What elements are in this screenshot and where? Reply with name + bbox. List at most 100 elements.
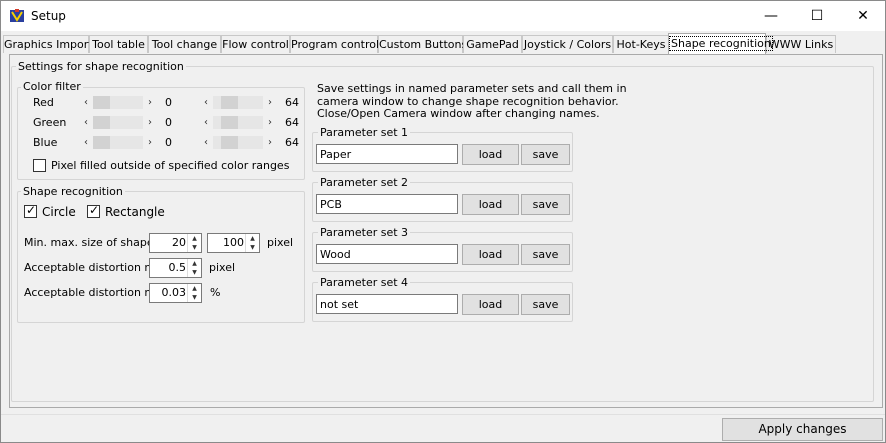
spin-down-icon[interactable]: ▼ [188,268,201,277]
check-icon: ✓ [89,203,100,217]
arrow-left-icon[interactable]: ‹ [201,136,211,149]
tab-tool-table[interactable]: Tool table [89,35,148,53]
green-max-thumb[interactable] [221,116,238,129]
arrow-right-icon[interactable]: › [145,136,155,149]
parameter-set-2-name-field[interactable] [320,196,452,212]
parameter-set-2-label: Parameter set 2 [318,176,411,189]
parameter-set-1-load-button[interactable]: load [462,144,519,165]
settings-group-label: Settings for shape recognition [16,60,186,73]
parameter-set-3-name-input[interactable] [316,244,458,264]
parameter-set-3-label: Parameter set 3 [318,226,411,239]
tab-custom-buttons[interactable]: Custom Buttons [378,35,467,53]
red-max-slider[interactable]: ‹ › [201,96,275,109]
green-max-slider[interactable]: ‹ › [201,116,275,129]
footer-divider [1,414,885,415]
size-max-value: 100 [223,236,244,249]
size-max-spinner[interactable]: 100 ▲ ▼ [207,233,260,253]
parameter-set-1-label: Parameter set 1 [318,126,411,139]
rectangle-checkbox[interactable]: ✓ [87,203,100,218]
minimize-button[interactable]: — [748,1,794,31]
spin-up-icon[interactable]: ▲ [188,259,201,268]
outside-range-checkbox[interactable] [33,159,46,172]
tab-program-control[interactable]: Program control [290,35,379,53]
info-text-line-3: Close/Open Camera window after changing … [317,107,600,120]
blue-min-slider[interactable]: ‹ › [81,136,155,149]
parameter-set-4-save-button[interactable]: save [521,294,570,315]
arrow-left-icon[interactable]: ‹ [201,96,211,109]
tab-www-links[interactable]: WWW Links [766,35,836,53]
spin-up-icon[interactable]: ▲ [188,284,201,293]
parameter-set-4-label: Parameter set 4 [318,276,411,289]
close-button[interactable]: ✕ [840,1,886,31]
check-icon: ✓ [26,203,37,217]
maximize-button[interactable]: ☐ [794,1,840,31]
parameter-set-2-load-button[interactable]: load [462,194,519,215]
tab-shape-recognition[interactable]: Shape recognition [668,33,773,54]
distortion-min-spinner[interactable]: 0.5 ▲ ▼ [149,258,202,278]
parameter-set-2-save-button[interactable]: save [521,194,570,215]
tab-flow-control[interactable]: Flow control [221,35,290,53]
distortion-max-unit: % [210,286,221,299]
tab-tool-change[interactable]: Tool change [148,35,221,53]
blue-max-value: 64 [285,136,299,149]
parameter-set-3-load-button[interactable]: load [462,244,519,265]
arrow-right-icon[interactable]: › [265,136,275,149]
rectangle-label: Rectangle [105,205,165,219]
green-min-slider[interactable]: ‹ › [81,116,155,129]
distortion-min-label: Acceptable distortion min. [24,261,169,274]
setup-window: Setup — ☐ ✕ Graphics Import Tool table T… [0,0,886,443]
title-bar[interactable]: Setup — ☐ ✕ [1,1,885,31]
size-unit: pixel [267,236,294,249]
apply-changes-button[interactable]: Apply changes [722,418,883,441]
outside-range-label: Pixel filled outside of specified color … [51,159,290,172]
arrow-left-icon[interactable]: ‹ [81,136,91,149]
tab-gamepad[interactable]: GamePad [463,35,522,53]
parameter-set-4-name-input[interactable] [316,294,458,314]
spin-down-icon[interactable]: ▼ [188,243,201,252]
parameter-set-3-name-field[interactable] [320,246,452,262]
arrow-right-icon[interactable]: › [145,96,155,109]
green-min-thumb[interactable] [93,116,110,129]
color-filter-label: Color filter [21,80,83,93]
maximize-icon: ☐ [810,8,824,24]
distortion-max-value: 0.03 [161,286,187,299]
parameter-set-4-name-field[interactable] [320,296,452,312]
arrow-left-icon[interactable]: ‹ [81,116,91,129]
parameter-set-4-load-button[interactable]: load [462,294,519,315]
shape-recognition-label: Shape recognition [21,185,125,198]
arrow-right-icon[interactable]: › [265,116,275,129]
green-label: Green [33,116,67,129]
tab-graphics-import[interactable]: Graphics Import [3,35,93,53]
parameter-set-3-save-button[interactable]: save [521,244,570,265]
red-min-slider[interactable]: ‹ › [81,96,155,109]
spin-down-icon[interactable]: ▼ [246,243,259,252]
distortion-min-unit: pixel [209,261,236,274]
circle-label: Circle [42,205,76,219]
circle-checkbox[interactable]: ✓ [24,203,37,218]
tab-hot-keys[interactable]: Hot-Keys [613,35,669,53]
arrow-right-icon[interactable]: › [145,116,155,129]
size-min-spinner[interactable]: 20 ▲ ▼ [149,233,202,253]
blue-max-slider[interactable]: ‹ › [201,136,275,149]
parameter-set-1-name-field[interactable] [320,146,452,162]
spin-up-icon[interactable]: ▲ [246,234,259,243]
red-label: Red [33,96,54,109]
blue-min-thumb[interactable] [93,136,110,149]
close-icon: ✕ [857,8,869,24]
red-max-thumb[interactable] [221,96,238,109]
spin-up-icon[interactable]: ▲ [188,234,201,243]
distortion-max-spinner[interactable]: 0.03 ▲ ▼ [149,283,202,303]
minimize-icon: — [764,8,778,24]
blue-label: Blue [33,136,58,149]
blue-max-thumb[interactable] [221,136,238,149]
tab-joystick-colors[interactable]: Joystick / Colors [522,35,613,53]
arrow-left-icon[interactable]: ‹ [201,116,211,129]
parameter-set-2-name-input[interactable] [316,194,458,214]
spin-down-icon[interactable]: ▼ [188,293,201,302]
arrow-right-icon[interactable]: › [265,96,275,109]
arrow-left-icon[interactable]: ‹ [81,96,91,109]
parameter-set-1-name-input[interactable] [316,144,458,164]
size-label: Min. max. size of shape [24,236,154,249]
red-min-thumb[interactable] [93,96,110,109]
parameter-set-1-save-button[interactable]: save [521,144,570,165]
